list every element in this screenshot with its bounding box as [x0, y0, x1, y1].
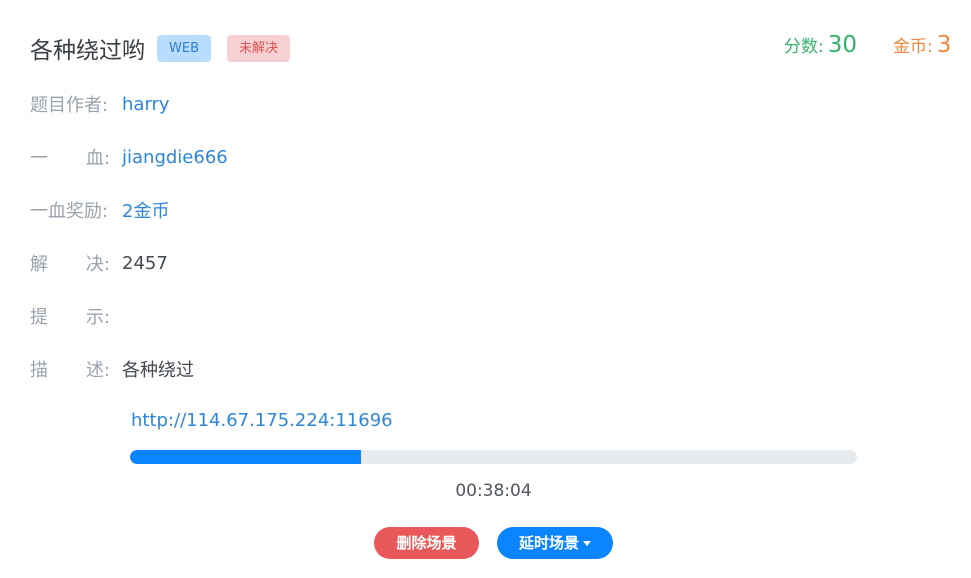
extend-scene-dropdown-button[interactable]: 延时场景 [497, 527, 613, 559]
label-text: 示: [85, 307, 110, 328]
status-badge: 未解决 [227, 34, 291, 62]
label-text: 解 [30, 254, 48, 275]
delete-scene-label: 删除场景 [396, 534, 457, 552]
label-text: 述: [85, 360, 110, 381]
scene-timer: 00:38:04 [455, 481, 532, 501]
info-label: 描 述: [30, 356, 110, 382]
coin-display: 金币: 3 [893, 32, 951, 58]
category-badge: WEB [157, 34, 211, 62]
first-blood-reward: 2金币 [122, 201, 170, 222]
progress-fill [130, 450, 362, 464]
label-text: 一血奖励: [30, 201, 109, 222]
coin-label: 金币: [893, 37, 933, 57]
label-text: 一 [30, 148, 48, 169]
score-label: 分数: [784, 37, 824, 57]
scene-time-progress-bar [130, 450, 857, 464]
info-label: 一血奖励: [30, 197, 110, 223]
label-text: 血: [85, 148, 110, 169]
description-text: 各种绕过 [122, 360, 194, 381]
author-link[interactable]: harry [122, 94, 170, 115]
first-blood-user-link[interactable]: jiangdie666 [122, 147, 228, 168]
info-label: 一 血: [30, 144, 110, 170]
caret-down-icon [583, 541, 591, 546]
info-label: 题目作者: [30, 91, 110, 117]
extend-scene-label: 延时场景 [518, 534, 579, 552]
score-value: 30 [827, 32, 858, 58]
label-text: 提 [30, 307, 48, 328]
info-row-first-blood: 一 血: jiangdie666 [30, 144, 228, 170]
label-text: 决: [85, 254, 110, 275]
info-row-description: 描 述: 各种绕过 [30, 356, 194, 382]
info-row-solves: 解 决: 2457 [30, 250, 168, 276]
challenge-panel: 各种绕过哟 WEB 未解决 分数: 30 金币: 3 题目作者: harry 一 血… [0, 0, 971, 578]
title-row: 各种绕过哟 WEB 未解决 [30, 30, 306, 66]
info-label: 提 示: [30, 303, 110, 329]
solves-count: 2457 [122, 252, 168, 274]
delete-scene-button[interactable]: 删除场景 [374, 527, 479, 559]
scene-url-link[interactable]: http://114.67.175.224:11696 [131, 410, 393, 431]
info-row-first-blood-reward: 一血奖励: 2金币 [30, 197, 169, 223]
coin-value: 3 [936, 32, 952, 58]
score-display: 分数: 30 [784, 32, 857, 58]
challenge-title: 各种绕过哟 [30, 38, 145, 64]
info-label: 解 决: [30, 250, 110, 276]
info-row-hint: 提 示: [30, 303, 122, 329]
info-row-author: 题目作者: harry [30, 91, 170, 117]
label-text: 题目作者: [30, 95, 109, 116]
label-text: 描 [30, 360, 48, 381]
